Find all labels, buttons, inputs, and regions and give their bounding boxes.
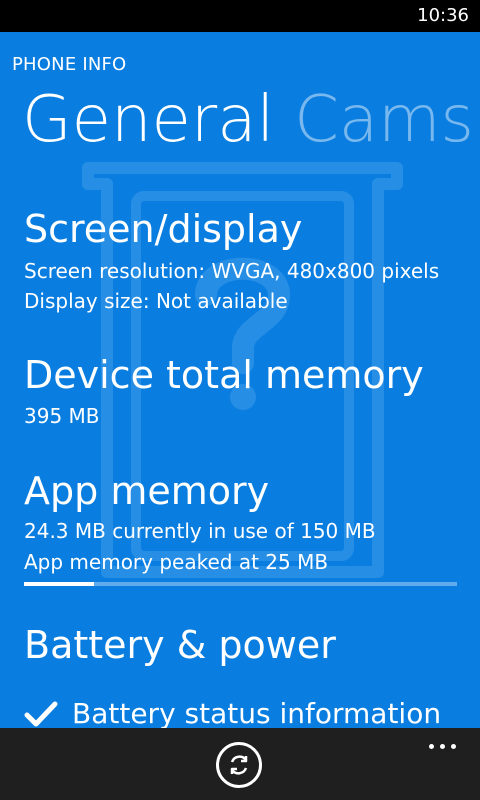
status-bar: 10:36 — [0, 0, 480, 32]
battery-status-item: Battery status information — [24, 697, 441, 730]
app-memory-progress-fill — [24, 582, 95, 586]
tab-general[interactable]: General — [22, 83, 274, 157]
app-memory-progress — [24, 582, 457, 586]
refresh-button[interactable] — [216, 742, 262, 788]
refresh-icon — [230, 755, 248, 775]
pivot-header: General Cams — [22, 88, 474, 152]
battery-heading: Battery & power — [24, 623, 336, 667]
screen-heading: Screen/display — [24, 207, 303, 251]
check-icon — [24, 701, 58, 726]
more-dot — [429, 743, 434, 749]
app-memory-current: 24.3 MB currently in use of 150 MB — [24, 519, 376, 543]
app-memory-peak: App memory peaked at 25 MB — [24, 550, 329, 574]
tab-cams[interactable]: Cams — [294, 83, 474, 157]
device-memory-value: 395 MB — [24, 404, 100, 428]
more-dot — [451, 743, 456, 749]
app-memory-heading: App memory — [24, 469, 270, 513]
screen-resolution: Screen resolution: WVGA, 480x800 pixels — [24, 259, 440, 283]
device-memory-heading: Device total memory — [24, 353, 424, 397]
more-dot — [440, 743, 445, 749]
display-size: Display size: Not available — [24, 289, 288, 313]
battery-status-label: Battery status information — [72, 697, 442, 730]
app-title: PHONE INFO — [12, 54, 127, 75]
more-button[interactable] — [429, 740, 459, 752]
app-bar — [0, 728, 480, 800]
status-time: 10:36 — [417, 5, 469, 26]
